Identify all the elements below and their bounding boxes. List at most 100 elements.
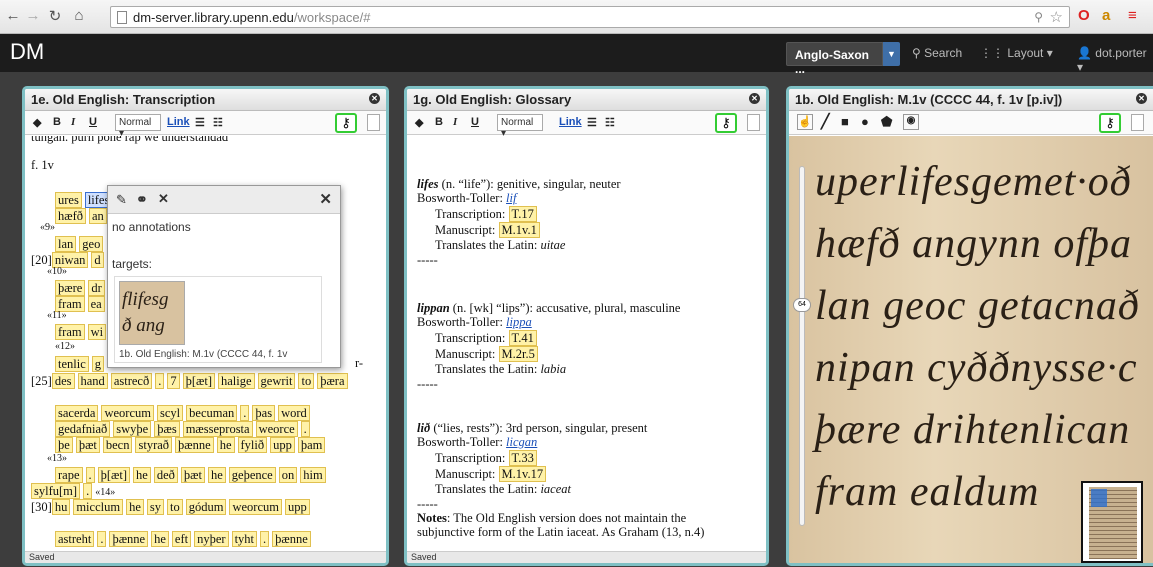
document-icon[interactable] xyxy=(1131,114,1144,131)
word-token[interactable]: . xyxy=(260,531,270,547)
word-token[interactable]: . xyxy=(155,373,165,389)
amazon-icon[interactable]: a xyxy=(1102,7,1110,24)
bold-button[interactable]: B xyxy=(53,116,61,128)
layout-menu[interactable]: ⋮⋮ Layout ▾ xyxy=(980,46,1053,60)
word-token[interactable]: þ[æt] xyxy=(182,373,215,389)
word-token[interactable]: he xyxy=(216,437,235,453)
word-token[interactable]: 7 xyxy=(167,373,180,389)
bullet-list-icon[interactable]: ☰ xyxy=(587,116,597,129)
word-token[interactable]: . xyxy=(240,405,250,421)
word-token[interactable]: d xyxy=(91,252,104,268)
word-token[interactable]: . xyxy=(97,531,107,547)
word-token[interactable]: halige xyxy=(217,373,255,389)
line-tool-icon[interactable]: ╱ xyxy=(821,113,829,130)
document-icon[interactable] xyxy=(367,114,380,131)
word-token[interactable]: þ[æt] xyxy=(97,467,131,483)
eye-icon[interactable]: ◉ xyxy=(903,114,919,130)
tag-icon[interactable]: ◆ xyxy=(33,116,41,129)
key-icon[interactable]: ⚷ xyxy=(715,113,737,133)
word-token[interactable]: hu xyxy=(51,499,71,515)
word-token[interactable]: þænne xyxy=(272,531,311,547)
word-token[interactable]: dr xyxy=(88,280,105,296)
word-token[interactable]: þe xyxy=(55,437,73,453)
rectangle-tool-icon[interactable]: ■ xyxy=(841,114,849,129)
word-token[interactable]: becuman xyxy=(186,405,238,421)
word-token[interactable]: an xyxy=(89,208,107,224)
word-token[interactable]: eft xyxy=(171,531,192,547)
manuscript-ref[interactable]: M.1v.1 xyxy=(498,222,540,238)
chevron-down-icon[interactable]: ▼ xyxy=(883,42,900,66)
menu-icon[interactable]: ≡ xyxy=(1128,7,1137,24)
word-token[interactable]: deð xyxy=(153,467,178,483)
transcription-ref[interactable]: T.33 xyxy=(508,450,537,466)
address-bar[interactable]: dm-server.library.upenn.edu/workspace/# … xyxy=(110,6,1070,28)
user-menu[interactable]: 👤 dot.porter ▾ xyxy=(1077,46,1153,74)
word-token[interactable]: ea xyxy=(87,296,105,312)
transcription-ref[interactable]: T.17 xyxy=(508,206,537,222)
word-token[interactable]: hand xyxy=(77,373,108,389)
permission-icon[interactable]: ⚲ xyxy=(1034,10,1043,24)
word-token[interactable]: g xyxy=(91,356,105,372)
word-token[interactable]: mæsseprosta xyxy=(182,421,253,437)
word-token[interactable]: gewrit xyxy=(257,373,296,389)
word-token[interactable]: geþence xyxy=(228,467,276,483)
pointer-icon[interactable]: ☝ xyxy=(797,114,813,130)
brand-logo[interactable]: DM xyxy=(10,39,44,65)
bosworth-toller-link[interactable]: licgan xyxy=(506,435,537,449)
word-token[interactable]: þære xyxy=(55,280,86,296)
manuscript-image[interactable]: uperlifesgemet·oð hæfð angynn ofþa lan geo… xyxy=(789,136,1153,563)
word-token[interactable]: tyht xyxy=(231,531,258,547)
style-select[interactable]: Normal ▾ xyxy=(115,114,161,139)
word-token[interactable]: . xyxy=(300,421,310,437)
word-token[interactable]: des xyxy=(51,373,75,389)
word-token[interactable]: weorce xyxy=(255,421,298,437)
word-token[interactable]: þam xyxy=(297,437,326,453)
home-icon[interactable]: ⌂ xyxy=(70,7,88,24)
numbered-list-icon[interactable]: ☷ xyxy=(605,116,615,129)
word-token[interactable]: he xyxy=(151,531,169,547)
word-token[interactable]: astreht xyxy=(55,531,95,547)
word-token[interactable]: astrecð xyxy=(110,373,153,389)
transcription-ref[interactable]: T.41 xyxy=(508,330,537,346)
circle-tool-icon[interactable]: ● xyxy=(861,114,869,129)
reload-icon[interactable]: ↻ xyxy=(46,7,64,25)
word-token[interactable]: . xyxy=(85,467,95,483)
word-token[interactable]: þæra xyxy=(317,373,348,389)
word-token[interactable]: micclum xyxy=(73,499,124,515)
word-token[interactable]: sacerda xyxy=(55,405,99,421)
target-card[interactable]: flifesg ð ang 1b. Old English: M.1v (CCC… xyxy=(114,276,322,363)
back-icon[interactable]: ← xyxy=(4,7,22,24)
document-icon[interactable] xyxy=(747,114,760,131)
close-icon[interactable]: ✕ xyxy=(1136,93,1147,104)
word-token[interactable]: þæs xyxy=(154,421,180,437)
numbered-list-icon[interactable]: ☷ xyxy=(213,116,223,129)
word-token[interactable]: gedafniað xyxy=(55,421,111,437)
word-token[interactable]: he xyxy=(207,467,226,483)
underline-button[interactable]: U xyxy=(89,116,97,128)
link-icon[interactable]: ⚭ xyxy=(136,191,148,208)
word-token[interactable]: þas xyxy=(252,405,276,421)
word-token[interactable]: þæt xyxy=(75,437,100,453)
word-token[interactable]: nyþer xyxy=(194,531,229,547)
word-token[interactable]: þænne xyxy=(109,531,149,547)
italic-button[interactable]: I xyxy=(453,116,457,128)
word-token[interactable]: weorcum xyxy=(229,499,282,515)
word-token[interactable]: . xyxy=(83,483,93,499)
delete-icon[interactable]: ✕ xyxy=(158,191,169,207)
search-link[interactable]: ⚲ Search xyxy=(912,46,962,60)
star-icon[interactable]: ☆ xyxy=(1050,8,1063,26)
close-icon[interactable]: ✕ xyxy=(749,93,760,104)
forward-icon[interactable]: → xyxy=(24,7,42,24)
word-token[interactable]: wi xyxy=(87,324,107,340)
word-token[interactable]: he xyxy=(133,467,151,483)
key-icon[interactable]: ⚷ xyxy=(1099,113,1121,133)
opera-icon[interactable]: O xyxy=(1078,7,1090,24)
word-token[interactable]: styrað xyxy=(135,437,173,453)
link-button[interactable]: Link xyxy=(559,116,582,128)
tag-icon[interactable]: ◆ xyxy=(415,116,423,129)
word-token[interactable]: weorcum xyxy=(101,405,154,421)
bullet-list-icon[interactable]: ☰ xyxy=(195,116,205,129)
word-token[interactable]: him xyxy=(300,467,326,483)
style-select[interactable]: Normal ▾ xyxy=(497,114,543,139)
navigator-minimap[interactable] xyxy=(1081,481,1143,563)
